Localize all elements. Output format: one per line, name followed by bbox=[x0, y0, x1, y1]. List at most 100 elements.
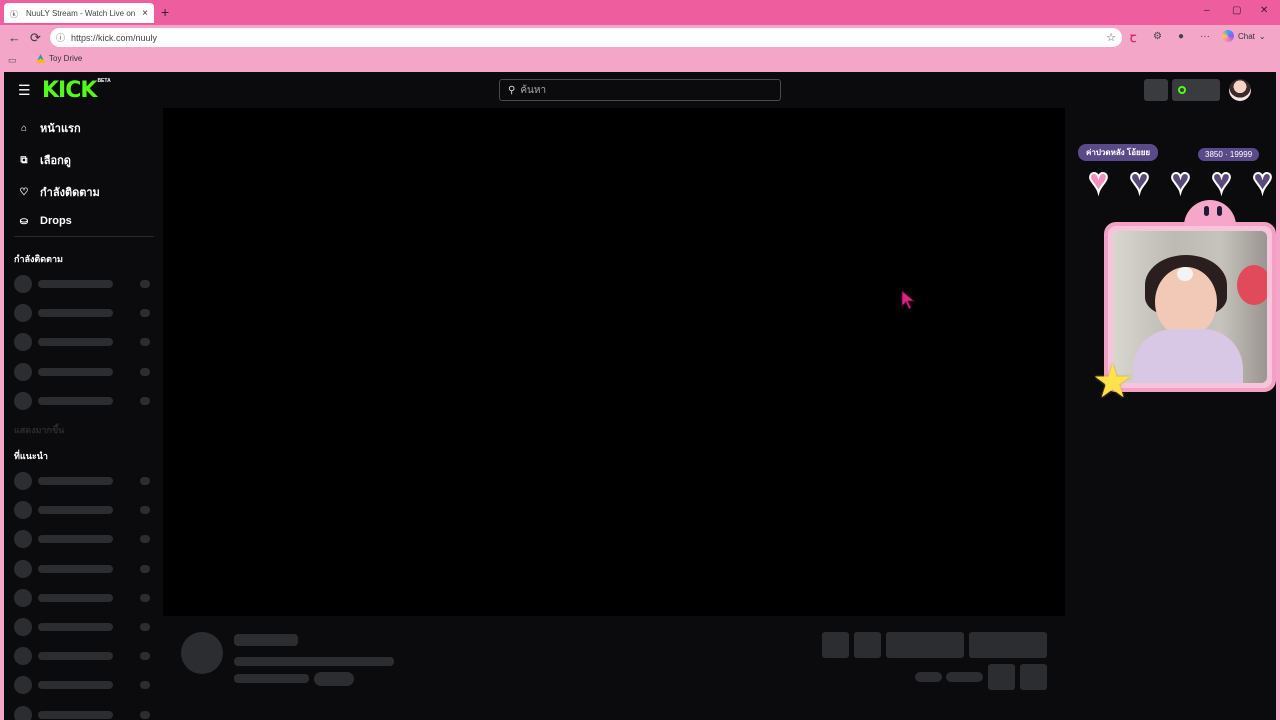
skeleton-placeholder bbox=[140, 564, 150, 573]
skeleton-placeholder bbox=[140, 652, 150, 661]
address-bar[interactable]: ⓘ https://kick.com/nuuly ☆ bbox=[50, 28, 1122, 47]
close-window-button[interactable]: ✕ bbox=[1260, 5, 1268, 16]
subscribe-button-placeholder bbox=[969, 632, 1047, 658]
more-button-placeholder bbox=[1020, 664, 1047, 690]
kick-top-bar: ☰ KICKBETA ⚲ ค้นหา bbox=[4, 72, 1276, 108]
heart-empty-icon: ♥ bbox=[1210, 162, 1232, 200]
bookmark-star-icon[interactable]: ☆ bbox=[1106, 31, 1116, 44]
stream-info-skeleton bbox=[163, 616, 1065, 720]
extension-icon[interactable]: Ꞇ bbox=[1130, 31, 1136, 45]
sidebar-skeleton-row bbox=[14, 274, 154, 294]
skeleton-placeholder bbox=[38, 396, 113, 405]
skeleton-placeholder bbox=[38, 309, 113, 318]
search-input[interactable]: ⚲ ค้นหา bbox=[499, 79, 781, 101]
sidebar-skeleton-row bbox=[14, 559, 154, 579]
skeleton-placeholder bbox=[38, 681, 113, 690]
stream-title-placeholder bbox=[234, 657, 394, 666]
sidebar-skeleton-row bbox=[14, 705, 154, 720]
site-info-icon[interactable]: ⓘ bbox=[56, 31, 65, 44]
extensions-puzzle-icon[interactable]: ⚙ bbox=[1153, 31, 1162, 42]
maximize-button[interactable]: ▢ bbox=[1232, 5, 1241, 16]
home-icon: ⌂ bbox=[20, 122, 28, 134]
kick-app: ☰ KICKBETA ⚲ ค้นหา ⌂ หน้าแรก ⧉ เลือกดู ♡… bbox=[4, 72, 1276, 720]
sidebar-item-browse[interactable]: ⧉ เลือกดู bbox=[18, 151, 71, 169]
kick-logo[interactable]: KICKBETA bbox=[42, 78, 111, 103]
heart-filled-icon: ♥ bbox=[1087, 162, 1109, 200]
plush-toy bbox=[1237, 265, 1267, 305]
skeleton-placeholder bbox=[14, 618, 32, 636]
sidebar-item-following[interactable]: ♡ กำลังติดตาม bbox=[18, 183, 100, 201]
skeleton-placeholder bbox=[38, 564, 113, 573]
sidebar-item-drops[interactable]: ⛀ Drops bbox=[18, 215, 72, 227]
search-icon: ⚲ bbox=[508, 84, 516, 96]
reload-button[interactable]: ⟳ bbox=[30, 30, 41, 46]
skeleton-placeholder bbox=[38, 506, 113, 515]
heart-icon: ♡ bbox=[19, 186, 29, 198]
new-tab-button[interactable]: + bbox=[161, 4, 169, 20]
show-more-link[interactable]: แสดงมากขึ้น bbox=[14, 423, 64, 437]
tag-placeholder bbox=[314, 672, 354, 686]
heart-empty-icon: ♥ bbox=[1169, 162, 1191, 200]
skeleton-placeholder bbox=[140, 477, 150, 485]
skeleton-placeholder bbox=[14, 501, 32, 520]
minimize-button[interactable]: – bbox=[1204, 5, 1210, 16]
skeleton-placeholder bbox=[14, 304, 32, 323]
channel-avatar-placeholder bbox=[181, 632, 223, 674]
goal-hearts: ♥ ♥ ♥ ♥ ♥ bbox=[1080, 162, 1276, 200]
skeleton-placeholder bbox=[14, 705, 32, 720]
mouse-cursor-icon bbox=[901, 290, 915, 310]
skeleton-placeholder bbox=[140, 280, 150, 288]
video-player[interactable] bbox=[163, 108, 1065, 616]
user-avatar[interactable] bbox=[1229, 79, 1251, 101]
bookmark-toy-drive[interactable]: Toy Drive bbox=[36, 54, 82, 63]
sidebar-divider bbox=[14, 236, 154, 237]
skeleton-placeholder bbox=[38, 535, 113, 544]
skeleton-placeholder bbox=[140, 623, 150, 631]
copilot-chat-button[interactable]: Chat ⌄ bbox=[1222, 30, 1266, 42]
sidebar-item-home[interactable]: ⌂ หน้าแรก bbox=[18, 119, 81, 137]
beta-badge: BETA bbox=[97, 78, 111, 84]
sidebar-skeleton-row bbox=[14, 362, 154, 382]
search-placeholder: ค้นหา bbox=[520, 84, 547, 96]
browser-title-bar: ⓚ NuuLY Stream - Watch Live on Kick × + … bbox=[0, 0, 1280, 25]
sidebar: ⌂ หน้าแรก ⧉ เลือกดู ♡ กำลังติดตาม ⛀ Drop… bbox=[4, 108, 162, 720]
notifications-button[interactable] bbox=[1144, 79, 1168, 101]
skeleton-placeholder bbox=[14, 333, 32, 352]
skeleton-placeholder bbox=[14, 275, 32, 293]
stream-goal-overlay: ค่าปวดหลัง โอ้ยยย 3850 · 19999 ♥ ♥ ♥ ♥ ♥ ★ bbox=[1072, 142, 1276, 404]
skeleton-placeholder bbox=[38, 338, 113, 347]
menu-hamburger-icon[interactable]: ☰ bbox=[18, 82, 31, 99]
kick-coin-icon bbox=[1178, 86, 1186, 94]
chevron-down-icon: ⌄ bbox=[1258, 31, 1266, 41]
back-button[interactable]: ← bbox=[8, 30, 21, 45]
browser-menu-icon[interactable]: ··· bbox=[1200, 31, 1210, 42]
webcam-feed bbox=[1113, 231, 1267, 383]
url-text: https://kick.com/nuuly bbox=[71, 32, 158, 43]
heart-empty-icon: ♥ bbox=[1128, 162, 1150, 200]
logo-text: KICK bbox=[42, 78, 97, 103]
profile-icon[interactable]: ● bbox=[1178, 31, 1184, 42]
tab-close-icon[interactable]: × bbox=[142, 8, 148, 19]
copilot-icon bbox=[1222, 30, 1234, 42]
hair-bow bbox=[1177, 267, 1193, 281]
sidebar-item-label: เลือกดู bbox=[40, 155, 71, 167]
browser-tab[interactable]: ⓚ NuuLY Stream - Watch Live on Kick × bbox=[4, 3, 154, 23]
skeleton-placeholder bbox=[38, 710, 113, 719]
google-drive-icon bbox=[36, 54, 45, 63]
skeleton-placeholder bbox=[140, 710, 150, 719]
sidebar-skeleton-row bbox=[14, 500, 154, 520]
category-placeholder bbox=[234, 674, 309, 683]
bookmarks-bar: ▭ Toy Drive bbox=[0, 50, 1280, 71]
heart-empty-icon: ♥ bbox=[1251, 162, 1273, 200]
kirby-decoration bbox=[1184, 200, 1236, 226]
skeleton-placeholder bbox=[140, 593, 150, 602]
streamer-body bbox=[1133, 329, 1243, 383]
skeleton-placeholder bbox=[140, 367, 150, 376]
sidebar-skeleton-row bbox=[14, 471, 154, 491]
tab-actions-icon[interactable]: ▭ bbox=[8, 55, 17, 66]
skeleton-placeholder bbox=[38, 593, 113, 602]
skeleton-placeholder bbox=[140, 396, 150, 405]
sidebar-skeleton-row bbox=[14, 675, 154, 695]
skeleton-placeholder bbox=[38, 477, 113, 485]
following-heading: กำลังติดตาม bbox=[14, 254, 63, 264]
